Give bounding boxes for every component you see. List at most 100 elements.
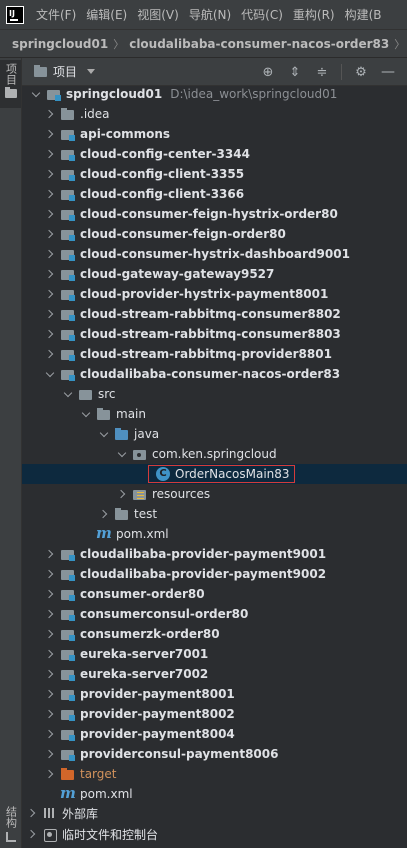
tree-row[interactable]: OrderNacosMain83 (22, 464, 407, 484)
structure-tool-tab[interactable]: 结构 (0, 806, 21, 842)
chevron-down-icon[interactable] (98, 424, 110, 444)
chevron-right-icon[interactable] (44, 764, 56, 784)
maven-icon (96, 524, 112, 542)
chevron-down-icon[interactable] (30, 86, 42, 104)
module-folder-icon (60, 346, 76, 362)
tree-scratches[interactable]: 临时文件和控制台 (22, 824, 407, 844)
tree-row[interactable]: eureka-server7002 (22, 664, 407, 684)
tree-row[interactable]: cloudalibaba-provider-payment9001 (22, 544, 407, 564)
chevron-right-icon[interactable] (26, 824, 38, 844)
menu-build[interactable]: 构建(B (345, 6, 382, 23)
chevron-down-icon[interactable] (44, 364, 56, 384)
tree-row[interactable]: provider-payment8002 (22, 704, 407, 724)
breadcrumb-project[interactable]: springcloud01 (12, 37, 108, 51)
tree-row[interactable]: cloudalibaba-consumer-nacos-order83 (22, 364, 407, 384)
tree-row[interactable]: api-commons (22, 124, 407, 144)
tree-row[interactable]: eureka-server7001 (22, 644, 407, 664)
chevron-right-icon[interactable] (44, 704, 56, 724)
project-panel-title[interactable]: 项目 (53, 63, 77, 80)
chevron-right-icon[interactable] (44, 164, 56, 184)
menu-file[interactable]: 文件(F) (36, 6, 76, 23)
tree-row[interactable]: cloud-provider-hystrix-payment8001 (22, 284, 407, 304)
chevron-right-icon[interactable] (44, 724, 56, 744)
chevron-right-icon[interactable] (98, 504, 110, 524)
chevron-right-icon[interactable] (44, 224, 56, 244)
tree-row[interactable]: .idea (22, 104, 407, 124)
expand-all-icon[interactable]: ⇕ (287, 64, 303, 80)
intellij-logo-icon[interactable] (6, 5, 24, 24)
chevron-right-icon[interactable] (44, 324, 56, 344)
menu-code[interactable]: 代码(C) (241, 6, 283, 23)
tree-row[interactable]: consumer-order80 (22, 584, 407, 604)
chevron-right-icon[interactable] (44, 204, 56, 224)
tree-row[interactable]: provider-payment8001 (22, 684, 407, 704)
tree-row[interactable]: target (22, 764, 407, 784)
module-folder-icon (60, 286, 76, 302)
chevron-right-icon[interactable] (44, 684, 56, 704)
chevron-right-icon[interactable] (44, 104, 56, 124)
chevron-down-icon[interactable] (80, 404, 92, 424)
tree-row[interactable]: cloud-consumer-hystrix-dashboard9001 (22, 244, 407, 264)
chevron-down-icon[interactable] (62, 384, 74, 404)
tree-row[interactable]: cloud-config-center-3344 (22, 144, 407, 164)
gear-icon[interactable]: ⚙ (353, 64, 369, 80)
project-tool-tab[interactable]: 项目 (0, 60, 21, 108)
tree-root[interactable]: springcloud01 D:\idea_work\springcloud01 (22, 86, 407, 104)
chevron-right-icon[interactable] (44, 264, 56, 284)
chevron-right-icon[interactable] (44, 664, 56, 684)
tree-row[interactable]: test (22, 504, 407, 524)
menu-navigate[interactable]: 导航(N) (189, 6, 231, 23)
tree-row[interactable]: provider-payment8004 (22, 724, 407, 744)
tree-row[interactable]: consumerconsul-order80 (22, 604, 407, 624)
chevron-right-icon[interactable] (44, 624, 56, 644)
chevron-right-icon[interactable] (44, 124, 56, 144)
tree-row-label: cloud-consumer-feign-order80 (80, 227, 286, 241)
menu-edit[interactable]: 编辑(E) (86, 6, 127, 23)
chevron-right-icon[interactable] (44, 644, 56, 664)
tree-row[interactable]: com.ken.springcloud (22, 444, 407, 464)
chevron-right-icon[interactable] (26, 803, 38, 823)
tree-row[interactable]: consumerzk-order80 (22, 624, 407, 644)
tree-root-label: springcloud01 (66, 87, 163, 101)
chevron-right-icon[interactable] (44, 584, 56, 604)
tree-row[interactable]: cloud-stream-rabbitmq-consumer8802 (22, 304, 407, 324)
tree-row[interactable]: cloud-config-client-3355 (22, 164, 407, 184)
breadcrumb-module[interactable]: cloudalibaba-consumer-nacos-order83 (129, 37, 389, 51)
tree-row-label: consumerzk-order80 (80, 627, 220, 641)
menu-view[interactable]: 视图(V) (137, 6, 179, 23)
menu-refactor[interactable]: 重构(R) (293, 6, 335, 23)
module-folder-icon (60, 366, 76, 382)
tree-row[interactable]: cloud-consumer-feign-hystrix-order80 (22, 204, 407, 224)
tree-row[interactable]: cloud-config-client-3366 (22, 184, 407, 204)
chevron-right-icon[interactable] (44, 184, 56, 204)
tree-row[interactable]: resources (22, 484, 407, 504)
tree-row[interactable]: pom.xml (22, 524, 407, 544)
chevron-right-icon[interactable] (44, 244, 56, 264)
chevron-right-icon[interactable] (44, 144, 56, 164)
tree-external-libraries[interactable]: 外部库 (22, 803, 407, 823)
chevron-down-icon[interactable] (116, 444, 128, 464)
locate-icon[interactable]: ⊕ (260, 64, 276, 80)
chevron-right-icon[interactable] (44, 544, 56, 564)
tree-row[interactable]: providerconsul-payment8006 (22, 744, 407, 764)
hide-icon[interactable]: — (380, 64, 396, 80)
chevron-right-icon[interactable] (44, 344, 56, 364)
tree-row[interactable]: cloud-stream-rabbitmq-provider8801 (22, 344, 407, 364)
tree-row[interactable]: cloud-consumer-feign-order80 (22, 224, 407, 244)
chevron-right-icon[interactable] (44, 284, 56, 304)
tree-row[interactable]: cloud-gateway-gateway9527 (22, 264, 407, 284)
chevron-right-icon[interactable] (44, 604, 56, 624)
chevron-right-icon[interactable] (44, 744, 56, 764)
chevron-down-icon[interactable] (87, 69, 96, 74)
tree-row-label: pom.xml (116, 527, 169, 541)
tree-row-label: .idea (80, 107, 110, 121)
tree-row[interactable]: cloudalibaba-provider-payment9002 (22, 564, 407, 584)
chevron-right-icon[interactable] (44, 304, 56, 324)
chevron-right-icon[interactable] (44, 564, 56, 584)
tree-row[interactable]: cloud-stream-rabbitmq-consumer8803 (22, 324, 407, 344)
tree-row[interactable]: src (22, 384, 407, 404)
collapse-all-icon[interactable]: ≑ (314, 64, 330, 80)
tree-row[interactable]: java (22, 424, 407, 444)
tree-row[interactable]: main (22, 404, 407, 424)
chevron-right-icon[interactable] (116, 484, 128, 504)
